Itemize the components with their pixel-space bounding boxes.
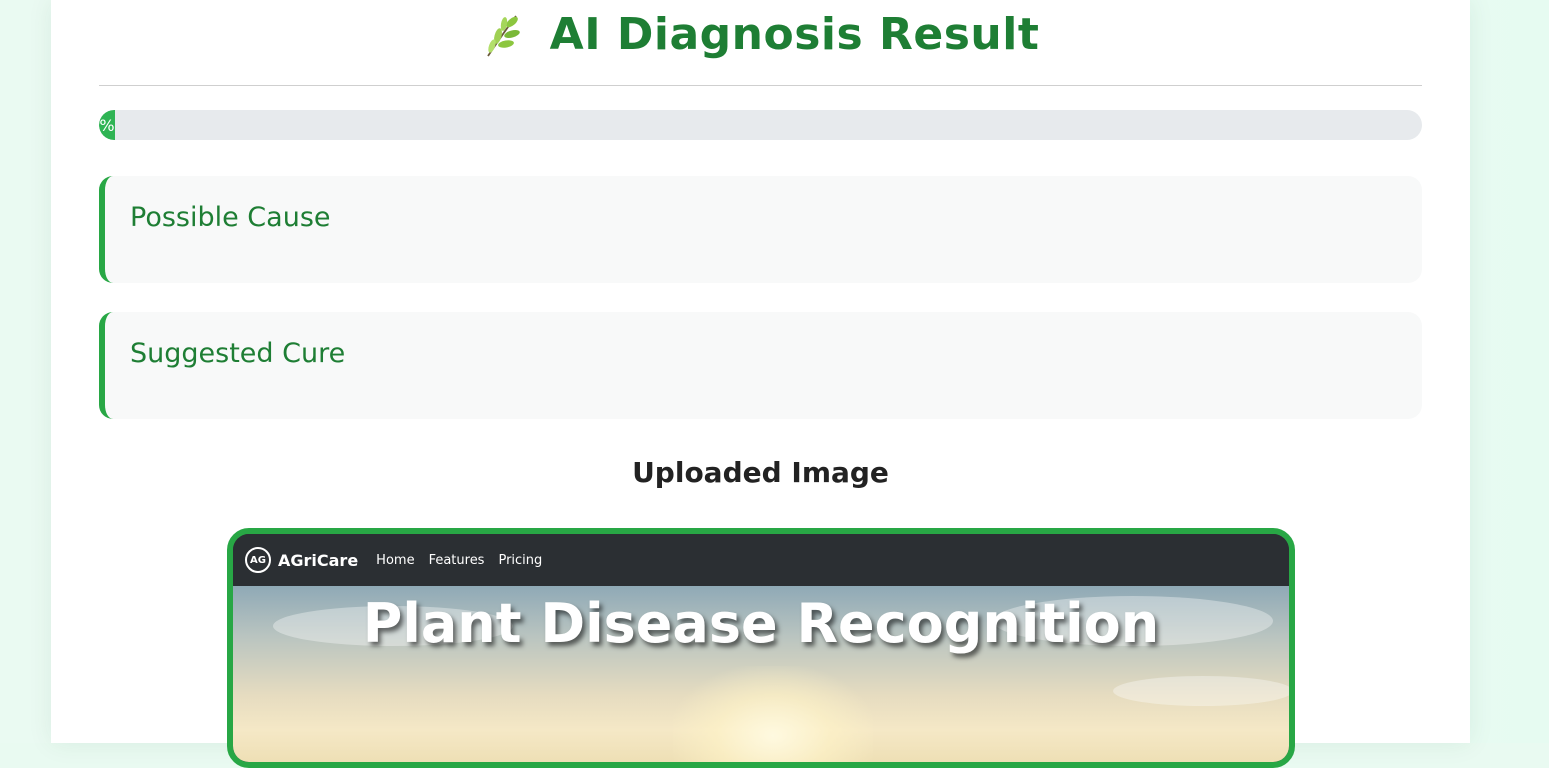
leaf-icon [486, 15, 520, 57]
agricare-logo-icon: AG [245, 547, 271, 573]
page-header: AI Diagnosis Result [51, 0, 1470, 70]
uploaded-image: AG AGriCare Home Features Pricing Plant … [227, 528, 1295, 768]
header-divider [99, 85, 1422, 86]
screenshot-nav-features: Features [428, 552, 485, 568]
screenshot-hero-title: Plant Disease Recognition [362, 592, 1160, 655]
screenshot-nav-home: Home [376, 552, 415, 568]
progress-label: % [99, 115, 115, 135]
sun-glow [673, 666, 873, 762]
suggested-cure-heading: Suggested Cure [130, 338, 346, 369]
possible-cause-panel: Possible Cause [99, 176, 1422, 283]
progress-fill: % [99, 110, 115, 140]
uploaded-image-heading: Uploaded Image [632, 456, 889, 489]
screenshot-brand: AGriCare [278, 550, 359, 570]
confidence-progress-bar: % [99, 110, 1422, 140]
diagnosis-card: AI Diagnosis Result % Possible Cause Sug… [51, 0, 1470, 768]
cloud-shape [1113, 676, 1289, 706]
screenshot-navbar: AG AGriCare Home Features Pricing [233, 534, 1289, 586]
suggested-cure-panel: Suggested Cure [99, 312, 1422, 419]
page-title: AI Diagnosis Result [549, 8, 1040, 60]
possible-cause-heading: Possible Cause [130, 202, 331, 233]
screenshot-hero: Plant Disease Recognition [233, 586, 1289, 762]
screenshot-nav-pricing: Pricing [498, 552, 543, 568]
